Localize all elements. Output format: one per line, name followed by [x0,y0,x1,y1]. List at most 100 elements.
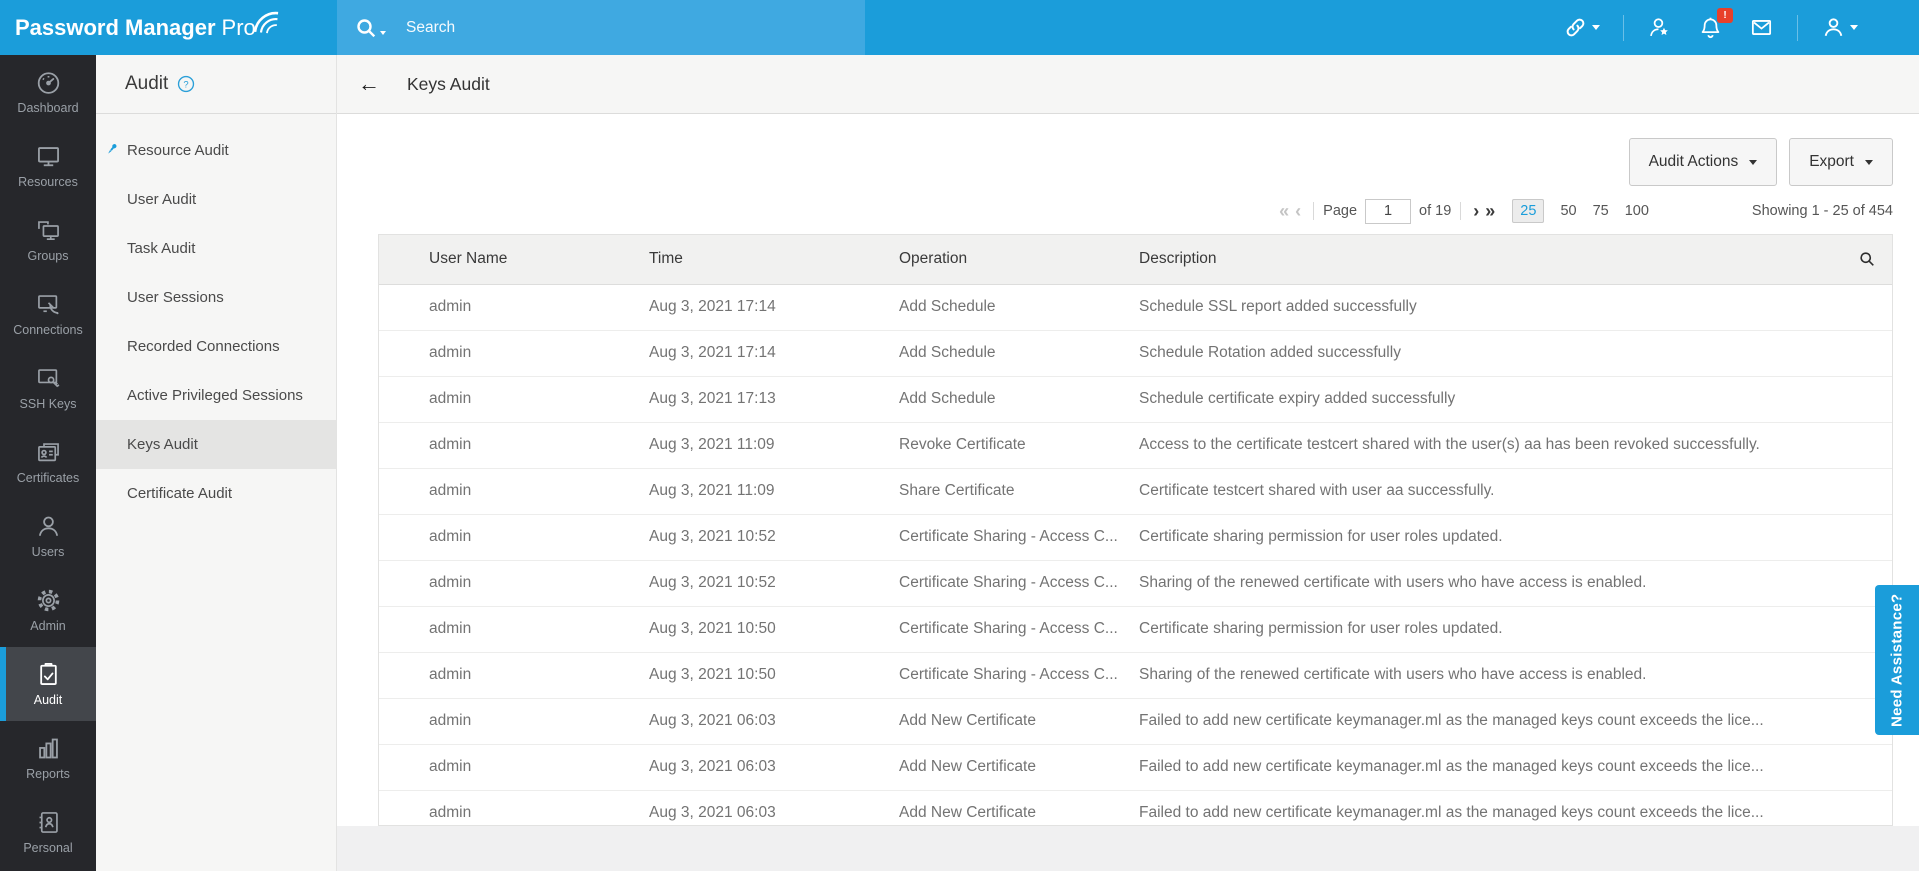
connections-icon [35,291,62,318]
cell-description: Certificate sharing permission for user … [1139,514,1892,560]
cell-user-name: admin [379,560,649,606]
export-button[interactable]: Export [1789,138,1893,186]
toolbar: Audit Actions Export [378,138,1893,186]
audit-sidebar-item-certificate-audit[interactable]: Certificate Audit [96,469,336,518]
sidebar-item-groups[interactable]: Groups [0,203,96,277]
sidebar-item-label: Groups [28,249,69,263]
cell-description: Schedule Rotation added successfully [1139,330,1892,376]
link-icon[interactable] [1563,15,1600,40]
cell-user-name: admin [379,284,649,330]
sidebar-item-label: Admin [30,619,65,633]
back-arrow-icon[interactable]: ← [358,73,380,95]
audit-sidebar-item-active-privileged-sessions[interactable]: Active Privileged Sessions [96,371,336,420]
audit-sidebar-item-label: Active Privileged Sessions [127,387,303,404]
app-logo[interactable]: Password ManagerPro [15,15,256,41]
sidebar-item-ssh-keys[interactable]: SSH Keys [0,351,96,425]
audit-sidebar-item-resource-audit[interactable]: Resource Audit [96,126,336,175]
cell-operation: Share Certificate [899,468,1139,514]
sidebar-item-label: Resources [18,175,78,189]
cell-description: Certificate sharing permission for user … [1139,606,1892,652]
notification-badge: ! [1717,8,1733,23]
page-size-option[interactable]: 25 [1512,199,1544,223]
cell-operation: Certificate Sharing - Access C... [899,652,1139,698]
audit-sidebar-item-recorded-connections[interactable]: Recorded Connections [96,322,336,371]
cell-operation: Add Schedule [899,330,1139,376]
certificates-icon [35,439,62,466]
cell-description: Failed to add new certificate keymanager… [1139,744,1892,790]
cell-description: Sharing of the renewed certificate with … [1139,652,1892,698]
cell-user-name: admin [379,698,649,744]
cell-description: Sharing of the renewed certificate with … [1139,560,1892,606]
page-size-option[interactable]: 100 [1625,203,1649,219]
page-label: Page [1323,203,1357,219]
cell-user-name: admin [379,330,649,376]
audit-icon [35,661,62,688]
first-page-button[interactable]: « [1279,202,1289,220]
user-caret-icon [1850,25,1858,30]
sidebar-item-connections[interactable]: Connections [0,277,96,351]
need-assistance-tab[interactable]: Need Assistance? [1875,585,1919,735]
audit-sidebar-item-task-audit[interactable]: Task Audit [96,224,336,273]
search-scope-caret-icon [380,31,386,35]
admin-icon [35,587,62,614]
sidebar-item-certificates[interactable]: Certificates [0,425,96,499]
global-search-panel [337,0,865,55]
last-page-button[interactable]: » [1485,202,1495,220]
sidebar-item-resources[interactable]: Resources [0,129,96,203]
audit-sidebar-items: Resource Audit User Audit Task Audit Use… [96,114,336,518]
page-title: Keys Audit [407,74,490,95]
sidebar-item-dashboard[interactable]: Dashboard [0,55,96,129]
cell-operation: Add New Certificate [899,698,1139,744]
cell-operation: Certificate Sharing - Access C... [899,560,1139,606]
cell-user-name: admin [379,422,649,468]
sidebar-item-admin[interactable]: Admin [0,573,96,647]
cell-time: Aug 3, 2021 06:03 [649,790,899,826]
user-star-icon[interactable] [1647,15,1672,40]
reports-icon [35,735,62,762]
cell-operation: Add Schedule [899,376,1139,422]
next-page-button[interactable]: › [1473,202,1479,220]
cell-time: Aug 3, 2021 11:09 [649,422,899,468]
bell-icon[interactable]: ! [1698,15,1723,40]
svg-text:?: ? [184,79,189,90]
resources-icon [35,143,62,170]
audit-sidebar-item-label: Resource Audit [127,142,229,159]
cell-user-name: admin [379,652,649,698]
cell-time: Aug 3, 2021 17:14 [649,284,899,330]
cell-time: Aug 3, 2021 06:03 [649,744,899,790]
cell-user-name: admin [379,790,649,826]
sidebar-item-personal[interactable]: Personal [0,795,96,869]
table-header-row: User Name Time Operation Description [379,235,1892,284]
audit-table: User Name Time Operation Description adm… [378,234,1893,826]
sidebar-item-users[interactable]: Users [0,499,96,573]
audit-sidebar-item-keys-audit[interactable]: Keys Audit [96,420,336,469]
table-search-icon[interactable] [1858,250,1876,268]
audit-sidebar-item-user-audit[interactable]: User Audit [96,175,336,224]
page-size-option[interactable]: 75 [1593,203,1609,219]
search-icon[interactable] [354,16,378,40]
sidebar-item-audit[interactable]: Audit [0,647,96,721]
audit-sidebar: Audit ? Resource Audit User Audit Task A… [96,55,337,871]
help-icon[interactable]: ? [177,75,195,93]
column-header-time: Time [649,235,899,284]
cell-time: Aug 3, 2021 10:52 [649,514,899,560]
prev-page-button[interactable]: ‹ [1295,202,1301,220]
column-header-description: Description [1139,235,1892,284]
mail-icon[interactable] [1749,15,1774,40]
search-input[interactable] [406,19,736,37]
sidebar-item-reports[interactable]: Reports [0,721,96,795]
sidebar-item-label: Connections [13,323,83,337]
sidebar-item-label: SSH Keys [20,397,77,411]
table-row: admin Aug 3, 2021 17:13 Add Schedule Sch… [379,376,1892,422]
page-size-option[interactable]: 50 [1560,203,1576,219]
table-row: admin Aug 3, 2021 10:52 Certificate Shar… [379,514,1892,560]
cell-description: Failed to add new certificate keymanager… [1139,790,1892,826]
user-icon[interactable] [1821,15,1858,40]
cell-user-name: admin [379,606,649,652]
audit-actions-button[interactable]: Audit Actions [1629,138,1778,186]
brand-name: Password Manager [15,15,216,40]
audit-sidebar-item-user-sessions[interactable]: User Sessions [96,273,336,322]
page-header: ← Keys Audit [337,55,1919,114]
page-number-input[interactable] [1365,199,1411,224]
cell-operation: Add New Certificate [899,744,1139,790]
